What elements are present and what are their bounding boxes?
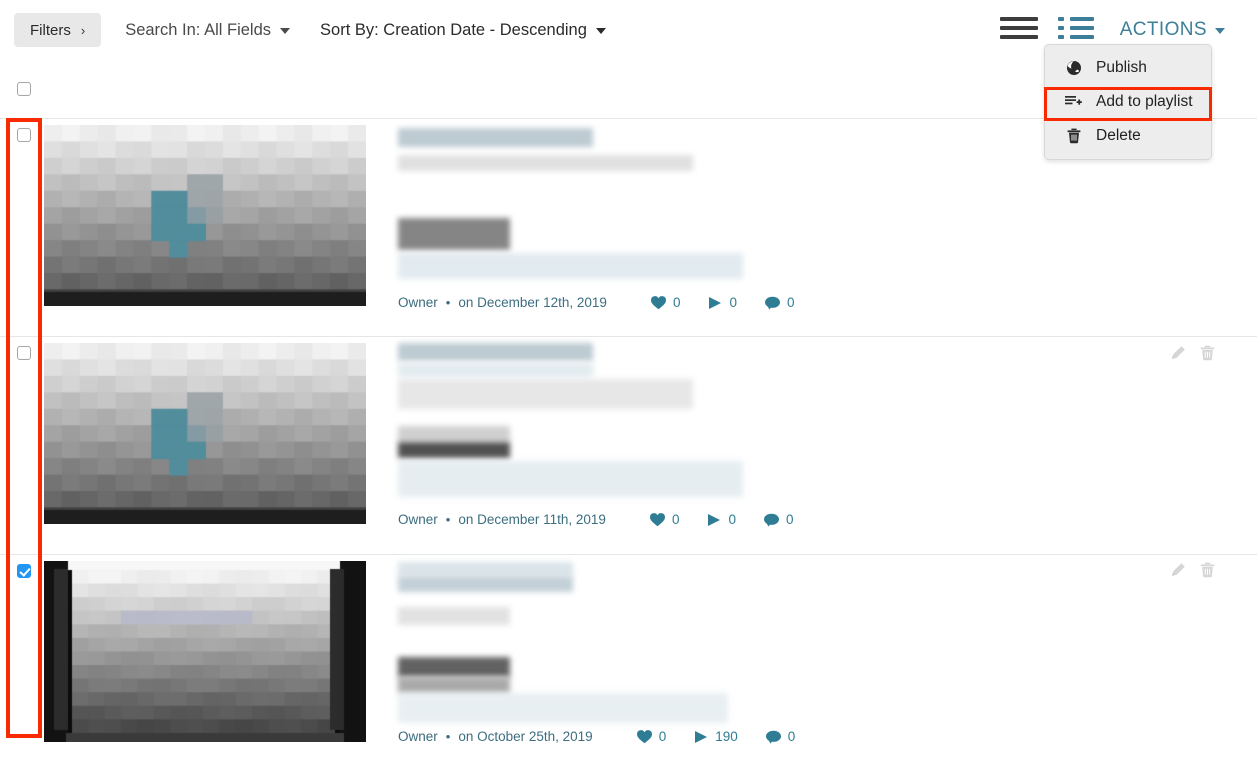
- row-action-buttons: [1170, 562, 1215, 578]
- stat-likes-value: 0: [672, 295, 681, 310]
- stat-comments-value: 0: [787, 729, 796, 744]
- redacted-text-block: [398, 693, 728, 723]
- stat-likes: 0: [636, 729, 667, 744]
- sort-by-label: Sort By: Creation Date - Descending: [320, 20, 587, 39]
- row-stats: 0 0 0: [650, 295, 795, 310]
- delete-icon[interactable]: [1200, 562, 1215, 578]
- chevron-right-icon: ›: [80, 22, 86, 38]
- creation-date: on December 12th, 2019: [458, 295, 607, 310]
- edit-icon[interactable]: [1170, 562, 1186, 578]
- redacted-text-block: [398, 677, 510, 693]
- stat-plays-value: 0: [729, 295, 737, 310]
- table-row[interactable]: Owner • on December 11th, 2019 0 0 0: [0, 336, 1257, 554]
- edit-icon[interactable]: [1170, 345, 1186, 361]
- delete-icon[interactable]: [1200, 345, 1215, 361]
- sort-by-dropdown[interactable]: Sort By: Creation Date - Descending: [320, 21, 606, 40]
- stat-plays-value: 190: [715, 729, 738, 744]
- redacted-text-block: [398, 461, 743, 497]
- stat-plays: 190: [694, 729, 738, 744]
- redacted-text-block: [398, 218, 510, 250]
- menu-item-add-to-playlist-label: Add to playlist: [1096, 93, 1193, 110]
- redacted-text-block: [398, 442, 510, 458]
- redacted-text-block: [398, 128, 593, 147]
- redacted-text-block: [398, 155, 693, 171]
- stat-comments: 0: [764, 295, 795, 310]
- creation-date: on October 25th, 2019: [458, 729, 593, 744]
- redacted-text-block: [398, 562, 573, 576]
- filters-button-label: Filters: [30, 21, 71, 39]
- stat-likes-value: 0: [671, 512, 680, 527]
- row-info-line: Owner • on December 11th, 2019 0 0 0: [398, 512, 793, 527]
- menu-item-publish[interactable]: Publish: [1045, 51, 1211, 85]
- heart-icon: [649, 512, 665, 527]
- select-all-checkbox[interactable]: [17, 82, 31, 96]
- redacted-text-block: [398, 253, 743, 279]
- stat-comments: 0: [765, 729, 796, 744]
- menu-item-add-to-playlist[interactable]: Add to playlist: [1045, 85, 1211, 119]
- stat-likes-value: 0: [658, 729, 667, 744]
- redacted-text-block: [398, 379, 693, 409]
- play-icon: [708, 296, 722, 310]
- owner-label: Owner: [398, 512, 438, 527]
- creation-date: on December 11th, 2019: [458, 512, 606, 527]
- stat-comments-value: 0: [786, 295, 795, 310]
- redacted-text-block: [398, 607, 510, 625]
- actions-button-label: ACTIONS: [1119, 19, 1207, 40]
- stat-comments: 0: [763, 512, 794, 527]
- search-in-label: Search In: All Fields: [125, 20, 272, 39]
- video-thumbnail[interactable]: [44, 125, 366, 306]
- heart-icon: [650, 295, 666, 310]
- row-info-line: Owner • on December 12th, 2019 0 0 0: [398, 295, 794, 310]
- play-icon: [694, 730, 708, 744]
- stat-plays: 0: [707, 512, 736, 527]
- row-select-checkbox[interactable]: [17, 128, 31, 142]
- chevron-down-icon: [1215, 28, 1225, 34]
- video-thumbnail[interactable]: [44, 561, 366, 742]
- comment-icon: [765, 730, 781, 744]
- actions-dropdown-menu: Publish Add to playlist Delete: [1044, 44, 1212, 160]
- menu-item-delete-label: Delete: [1096, 127, 1141, 144]
- trash-icon: [1065, 128, 1082, 145]
- add-to-playlist-icon: [1065, 94, 1082, 111]
- heart-icon: [636, 729, 652, 744]
- actions-button[interactable]: ACTIONS: [1120, 19, 1225, 41]
- table-row[interactable]: Owner • on October 25th, 2019 0 190 0: [0, 554, 1257, 763]
- search-in-dropdown[interactable]: Search In: All Fields: [125, 20, 291, 40]
- row-select-checkbox[interactable]: [17, 564, 31, 578]
- row-select-checkbox[interactable]: [17, 346, 31, 360]
- hamburger-view-icon[interactable]: [999, 15, 1038, 46]
- menu-item-delete[interactable]: Delete: [1045, 119, 1211, 153]
- play-icon: [707, 513, 721, 527]
- owner-label: Owner: [398, 295, 438, 310]
- separator-dot: •: [445, 295, 451, 310]
- stat-plays: 0: [708, 295, 737, 310]
- redacted-text-block: [398, 343, 593, 361]
- chevron-down-icon: [280, 28, 291, 34]
- row-info-line: Owner • on October 25th, 2019 0 190 0: [398, 729, 795, 744]
- row-action-buttons: [1170, 345, 1215, 361]
- comment-icon: [764, 296, 780, 310]
- separator-dot: •: [445, 512, 451, 527]
- menu-item-publish-label: Publish: [1096, 59, 1147, 76]
- toolbar-right-group: ACTIONS: [999, 15, 1225, 46]
- row-stats: 0 0 0: [649, 512, 794, 527]
- stat-plays-value: 0: [728, 512, 736, 527]
- stat-likes: 0: [650, 295, 681, 310]
- chevron-down-icon: [595, 28, 606, 34]
- stat-comments-value: 0: [785, 512, 794, 527]
- redacted-text-block: [398, 576, 573, 592]
- redacted-text-block: [398, 363, 593, 377]
- separator-dot: •: [445, 729, 451, 744]
- row-stats: 0 190 0: [636, 729, 796, 744]
- comment-icon: [763, 513, 779, 527]
- filters-button[interactable]: Filters ›: [14, 13, 102, 47]
- globe-icon: [1065, 60, 1082, 77]
- stat-likes: 0: [649, 512, 680, 527]
- video-thumbnail[interactable]: [44, 343, 366, 524]
- redacted-text-block: [398, 426, 510, 442]
- redacted-text-block: [398, 657, 510, 677]
- owner-label: Owner: [398, 729, 438, 744]
- list-view-icon[interactable]: [1057, 15, 1094, 46]
